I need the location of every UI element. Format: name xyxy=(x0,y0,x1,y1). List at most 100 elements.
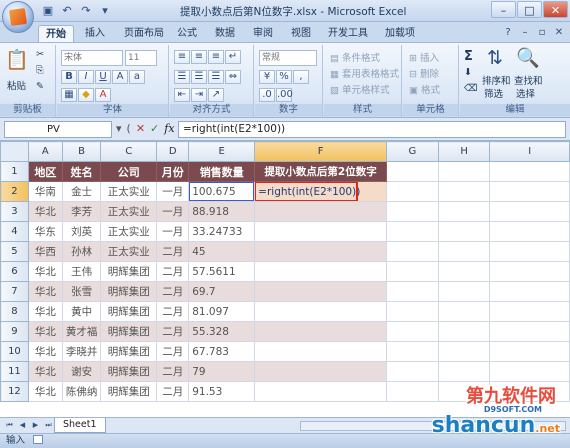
cell-month[interactable]: 二月 xyxy=(156,381,190,402)
column-header-C[interactable]: C xyxy=(100,141,158,162)
percent-icon[interactable]: % xyxy=(276,70,292,84)
empty-cell[interactable] xyxy=(489,181,570,202)
cell-H1[interactable] xyxy=(437,161,491,182)
tab-page-layout[interactable]: 页面布局 xyxy=(118,25,170,42)
empty-cell[interactable] xyxy=(437,201,491,222)
expand-icon[interactable]: ▾ xyxy=(116,122,122,135)
delete-cells-button[interactable]: ⊟ 删除 xyxy=(409,66,439,80)
column-header-D[interactable]: D xyxy=(156,141,190,162)
underline-icon[interactable]: U xyxy=(95,70,111,84)
header-cell-month[interactable]: 月份 xyxy=(156,161,190,182)
cell-company[interactable]: 明辉集团 xyxy=(100,301,158,322)
column-header-E[interactable]: E xyxy=(188,141,256,162)
cell-company[interactable]: 明辉集团 xyxy=(100,361,158,382)
cell-name[interactable]: 李芳 xyxy=(61,201,102,222)
cell-digit[interactable] xyxy=(254,381,388,402)
cell-month[interactable]: 二月 xyxy=(156,261,190,282)
empty-cell[interactable] xyxy=(437,241,491,262)
merge-icon[interactable]: ⇔ xyxy=(225,70,241,84)
cell-month[interactable]: 一月 xyxy=(156,181,190,202)
empty-cell[interactable] xyxy=(386,381,439,402)
row-header-10[interactable]: 10 xyxy=(0,341,29,362)
prev-sheet-icon[interactable]: ◀ xyxy=(17,420,28,431)
first-sheet-icon[interactable]: ⏮ xyxy=(4,420,15,431)
cell-sales[interactable]: 81.097 xyxy=(188,301,256,322)
header-cell-digit[interactable]: 提取小数点后第2位数字 xyxy=(254,161,388,182)
format-as-table-button[interactable]: ▦ 套用表格格式 xyxy=(330,66,399,80)
row-header-6[interactable]: 6 xyxy=(0,261,29,282)
cell-sales[interactable]: 91.53 xyxy=(188,381,256,402)
empty-cell[interactable] xyxy=(489,361,570,382)
empty-cell[interactable] xyxy=(386,301,439,322)
empty-cell[interactable] xyxy=(489,241,570,262)
empty-cell[interactable] xyxy=(489,221,570,242)
cell-sales[interactable]: 79 xyxy=(188,361,256,382)
header-cell-region[interactable]: 地区 xyxy=(27,161,63,182)
cell-name[interactable]: 李晓并 xyxy=(61,341,102,362)
align-top-icon[interactable]: ≡ xyxy=(174,50,190,64)
cell-month[interactable]: 二月 xyxy=(156,281,190,302)
cell-name[interactable]: 孙林 xyxy=(61,241,102,262)
empty-cell[interactable] xyxy=(437,181,491,202)
cell-region[interactable]: 华北 xyxy=(27,201,63,222)
column-header-F[interactable]: F xyxy=(254,141,388,162)
empty-cell[interactable] xyxy=(386,361,439,382)
font-name-box[interactable]: 宋体 xyxy=(61,50,123,66)
cell-region[interactable]: 华北 xyxy=(27,301,63,322)
empty-cell[interactable] xyxy=(386,281,439,302)
decrease-indent-icon[interactable]: ⇤ xyxy=(174,88,190,102)
empty-cell[interactable] xyxy=(386,321,439,342)
cell-digit[interactable] xyxy=(254,361,388,382)
name-box[interactable]: PV xyxy=(4,121,112,138)
bold-icon[interactable]: B xyxy=(61,70,77,84)
office-button[interactable] xyxy=(2,1,34,33)
find-select-label-2[interactable]: 选择 xyxy=(516,86,535,100)
align-middle-icon[interactable]: ≡ xyxy=(191,50,207,64)
cut-icon[interactable]: ✂ xyxy=(36,49,44,60)
cell-sales[interactable]: 88.918 xyxy=(188,201,256,222)
enter-icon[interactable]: ✓ xyxy=(150,122,159,135)
cell-digit[interactable] xyxy=(254,201,388,222)
close-icon[interactable]: ✕ xyxy=(543,1,568,18)
row-header-11[interactable]: 11 xyxy=(0,361,29,382)
row-header-2[interactable]: 2 xyxy=(0,181,29,202)
active-formula-cell[interactable]: =right(int(E2*100)) xyxy=(254,181,388,202)
sort-filter-label-1[interactable]: 排序和 xyxy=(482,73,511,87)
clear-icon[interactable]: ⌫ xyxy=(464,83,477,94)
fill-icon[interactable]: ⬇ xyxy=(464,67,472,78)
cell-month[interactable]: 一月 xyxy=(156,221,190,242)
sort-filter-icon[interactable]: ⇅ xyxy=(482,45,508,71)
empty-cell[interactable] xyxy=(386,341,439,362)
cell-month[interactable]: 二月 xyxy=(156,301,190,322)
worksheet-grid[interactable]: A B C D E F G H I 1 地区 姓名 公司 月份 销售数量 提取小… xyxy=(0,141,570,417)
empty-cell[interactable] xyxy=(489,261,570,282)
increase-indent-icon[interactable]: ⇥ xyxy=(191,88,207,102)
cell-digit[interactable] xyxy=(254,281,388,302)
empty-cell[interactable] xyxy=(437,261,491,282)
save-icon[interactable]: ▣ xyxy=(40,3,56,18)
shrink-font-icon[interactable]: a xyxy=(129,70,145,84)
cell-company[interactable]: 正太实业 xyxy=(100,221,158,242)
empty-cell[interactable] xyxy=(489,341,570,362)
cell-region[interactable]: 华北 xyxy=(27,321,63,342)
header-cell-name[interactable]: 姓名 xyxy=(61,161,102,182)
empty-cell[interactable] xyxy=(437,341,491,362)
cell-region[interactable]: 华北 xyxy=(27,361,63,382)
row-header-9[interactable]: 9 xyxy=(0,321,29,342)
column-header-H[interactable]: H xyxy=(437,141,491,162)
empty-cell[interactable] xyxy=(386,201,439,222)
row-header-1[interactable]: 1 xyxy=(0,161,29,182)
cell-digit[interactable] xyxy=(254,261,388,282)
minimize-ribbon-icon[interactable]: – xyxy=(518,26,532,40)
cancel-icon[interactable]: ✕ xyxy=(136,122,145,135)
format-painter-icon[interactable]: ✎ xyxy=(36,81,44,92)
tab-developer[interactable]: 开发工具 xyxy=(324,25,372,42)
empty-cell[interactable] xyxy=(437,321,491,342)
cell-month[interactable]: 二月 xyxy=(156,361,190,382)
align-right-icon[interactable]: ☰ xyxy=(208,70,224,84)
cell-name[interactable]: 谢安 xyxy=(61,361,102,382)
empty-cell[interactable] xyxy=(386,221,439,242)
header-cell-company[interactable]: 公司 xyxy=(100,161,158,182)
empty-cell[interactable] xyxy=(386,181,439,202)
row-header-12[interactable]: 12 xyxy=(0,381,29,402)
